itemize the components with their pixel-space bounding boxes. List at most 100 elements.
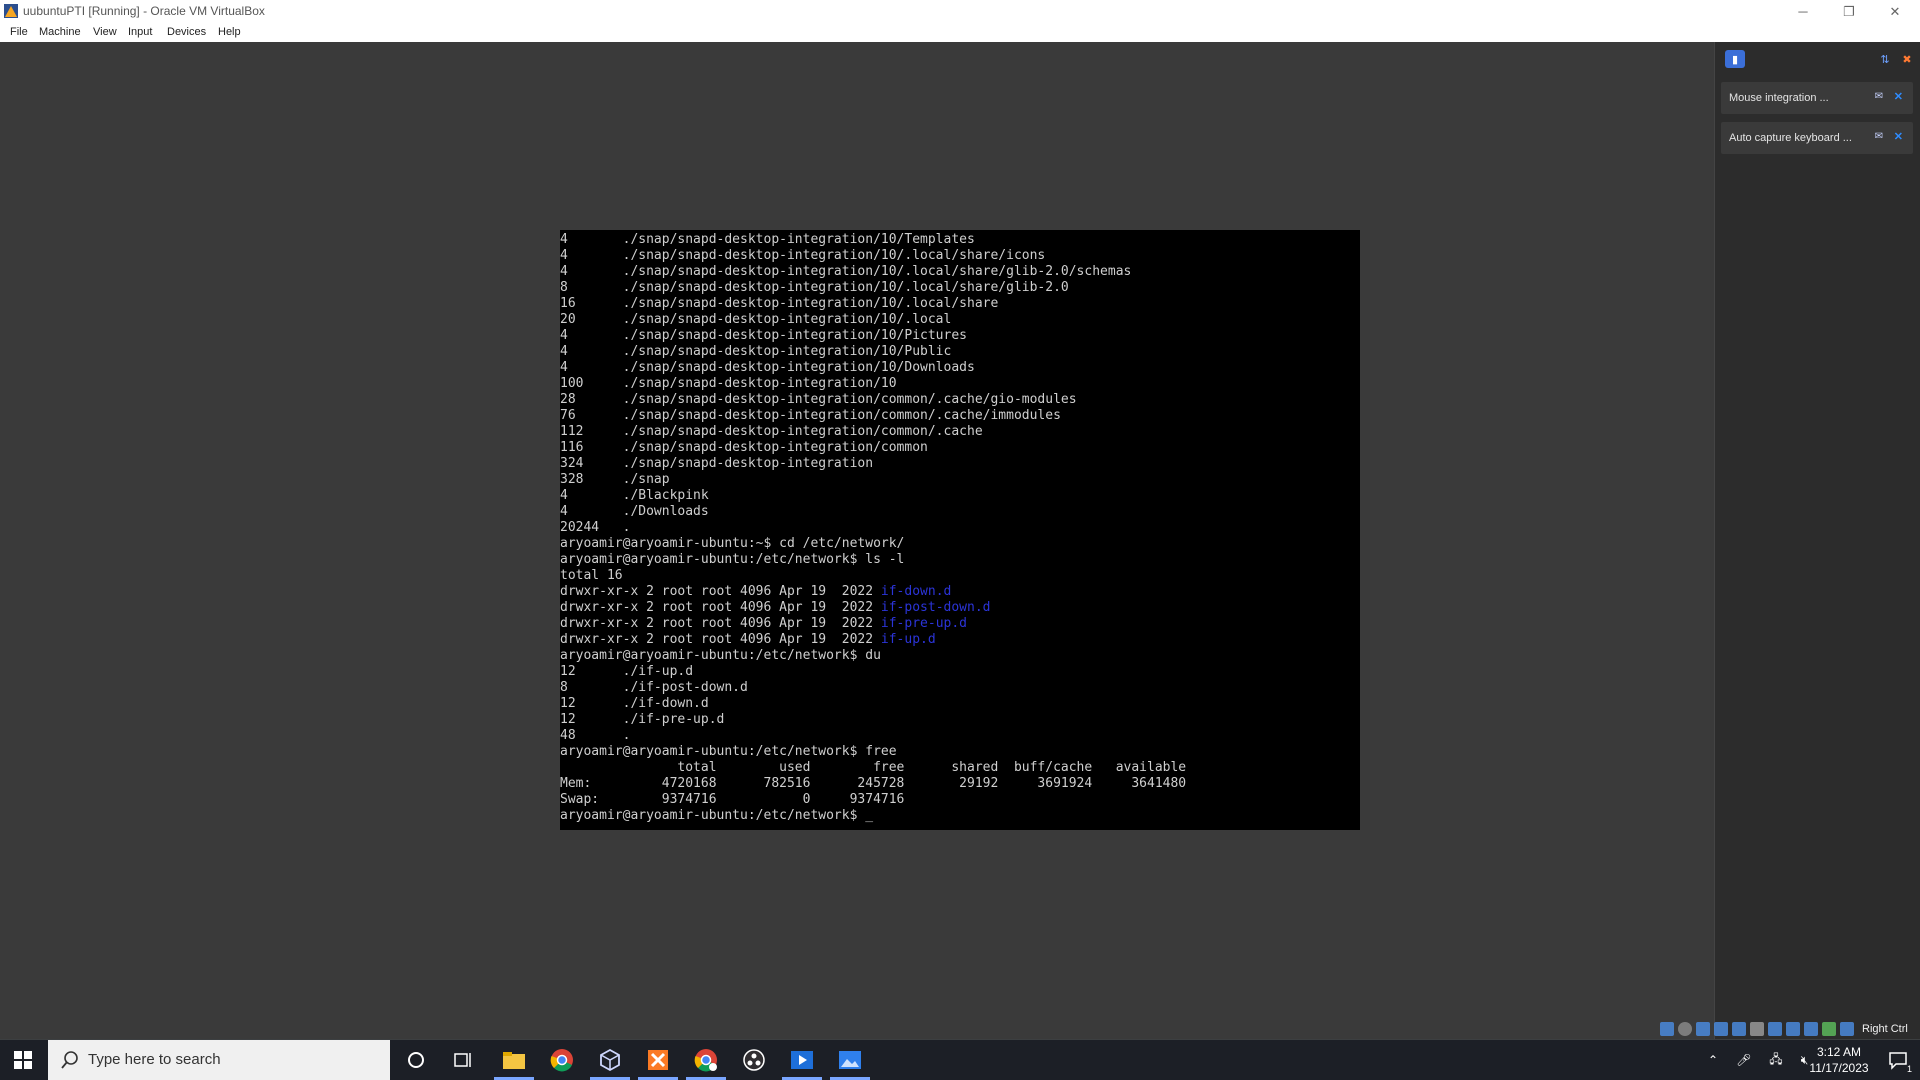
menu-machine[interactable]: Machine <box>39 26 81 38</box>
message-bubble-icon[interactable]: ✉ <box>1875 91 1883 102</box>
taskbar-search-box[interactable]: Type here to search <box>48 1040 390 1080</box>
keyboard-capture-icon[interactable] <box>1840 1022 1854 1036</box>
task-view-icon <box>454 1053 471 1067</box>
task-view-button[interactable] <box>440 1040 488 1080</box>
notification-auto-capture[interactable]: Auto capture keyboard ... ✉ ✕ <box>1721 122 1913 154</box>
terminal-line: 20 ./snap/snapd-desktop-integration/10/.… <box>560 312 1360 328</box>
action-center-button[interactable]: 1 <box>1876 1040 1920 1080</box>
notification-toolbar: ▮ ⇅ ✖ <box>1725 50 1912 72</box>
clock-time: 3:12 AM <box>1816 1045 1862 1059</box>
cpu-icon[interactable] <box>1804 1022 1818 1036</box>
terminal-line-text: 328 ./snap <box>560 472 670 487</box>
menu-input[interactable]: Input <box>128 26 152 38</box>
menu-view[interactable]: View <box>93 26 117 38</box>
terminal-line-text: Swap: 9374716 0 9374716 <box>560 792 905 807</box>
taskbar-file-explorer[interactable] <box>490 1040 538 1080</box>
audio-icon[interactable] <box>1696 1022 1710 1036</box>
windows-logo-icon <box>14 1051 32 1069</box>
host-key-label[interactable]: Right Ctrl <box>1862 1023 1908 1035</box>
taskbar-media-player[interactable] <box>778 1040 826 1080</box>
taskbar-xampp[interactable] <box>634 1040 682 1080</box>
terminal-line-text: drwxr-xr-x 2 root root 4096 Apr 19 2022 <box>560 600 881 615</box>
notification-count: 1 <box>1906 1064 1912 1074</box>
terminal-line-text: total 16 <box>560 568 623 583</box>
system-tray: ⌃ 🎤︎ 🖧︎ 🔇︎ <box>1708 1040 1808 1080</box>
terminal-line: 20244 . <box>560 520 1360 536</box>
terminal-line: 4 ./snap/snapd-desktop-integration/10/Pi… <box>560 328 1360 344</box>
video-capture-icon[interactable] <box>1786 1022 1800 1036</box>
notification-mouse-integration[interactable]: Mouse integration ... ✉ ✕ <box>1721 82 1913 114</box>
sort-icon[interactable]: ⇅ <box>1875 50 1895 68</box>
terminal-line: 324 ./snap/snapd-desktop-integration <box>560 456 1360 472</box>
hard-disk-icon[interactable] <box>1660 1022 1674 1036</box>
terminal-line: total 16 <box>560 568 1360 584</box>
terminal-line-text: 8 ./if-post-down.d <box>560 680 748 695</box>
terminal-line-text: 20244 . <box>560 520 631 535</box>
taskbar-virtualbox[interactable] <box>586 1040 634 1080</box>
photos-icon <box>839 1051 861 1069</box>
notification-close-button[interactable]: ✕ <box>1894 90 1903 103</box>
taskbar-chrome-profile[interactable] <box>682 1040 730 1080</box>
virtualbox-icon <box>600 1048 620 1072</box>
chrome-profile-icon <box>694 1049 717 1072</box>
network-icon[interactable] <box>1714 1022 1728 1036</box>
show-hidden-icons-chevron-icon[interactable]: ⌃ <box>1708 1053 1718 1067</box>
terminal-line-text: drwxr-xr-x 2 root root 4096 Apr 19 2022 <box>560 632 881 647</box>
terminal-line-text: 20 ./snap/snapd-desktop-integration/10/.… <box>560 312 952 327</box>
terminal-line-text: 4 ./snap/snapd-desktop-integration/10/.l… <box>560 264 1132 279</box>
chrome-icon <box>550 1049 573 1072</box>
terminal-line: drwxr-xr-x 2 root root 4096 Apr 19 2022 … <box>560 632 1360 648</box>
terminal-line: aryoamir@aryoamir-ubuntu:~$ cd /etc/netw… <box>560 536 1360 552</box>
optical-drive-icon[interactable] <box>1678 1022 1692 1036</box>
minimize-button[interactable]: ─ <box>1780 0 1826 23</box>
terminal-line-text: 16 ./snap/snapd-desktop-integration/10/.… <box>560 296 999 311</box>
taskbar-obs[interactable] <box>730 1040 778 1080</box>
message-icon[interactable]: ▮ <box>1725 50 1745 68</box>
taskbar-photos[interactable] <box>826 1040 874 1080</box>
terminal-output: 4 ./snap/snapd-desktop-integration/10/Te… <box>560 232 1360 824</box>
terminal-line-text: aryoamir@aryoamir-ubuntu:~$ cd /etc/netw… <box>560 536 905 551</box>
terminal-line-text: aryoamir@aryoamir-ubuntu:/etc/network$ l… <box>560 552 905 567</box>
clock-date: 11/17/2023 <box>1809 1061 1869 1075</box>
mouse-integration-icon[interactable] <box>1822 1022 1836 1036</box>
terminal-line: 12 ./if-up.d <box>560 664 1360 680</box>
terminal-line: 12 ./if-pre-up.d <box>560 712 1360 728</box>
terminal-line-text: 324 ./snap/snapd-desktop-integration <box>560 456 874 471</box>
microphone-icon[interactable]: 🎤︎ <box>1736 1053 1751 1067</box>
message-bubble-icon[interactable]: ✉ <box>1875 131 1883 142</box>
terminal-line-text: drwxr-xr-x 2 root root 4096 Apr 19 2022 <box>560 584 881 599</box>
vm-display[interactable]: 4 ./snap/snapd-desktop-integration/10/Te… <box>0 42 1714 1039</box>
taskbar-clock[interactable]: 3:12 AM 11/17/2023 <box>1796 1044 1882 1076</box>
start-button[interactable] <box>0 1040 46 1080</box>
usb-icon[interactable] <box>1732 1022 1746 1036</box>
restore-button[interactable]: ❐ <box>1826 0 1872 23</box>
terminal-line-text: Mem: 4720168 782516 245728 29192 3691924… <box>560 776 1187 791</box>
menu-devices[interactable]: Devices <box>167 26 206 38</box>
terminal-line-text: 12 ./if-up.d <box>560 664 694 679</box>
display-icon[interactable] <box>1768 1022 1782 1036</box>
directory-name: if-post-down.d <box>880 600 991 615</box>
search-placeholder: Type here to search <box>88 1051 221 1068</box>
shared-folders-icon[interactable] <box>1750 1022 1764 1036</box>
terminal-window[interactable]: 4 ./snap/snapd-desktop-integration/10/Te… <box>560 230 1360 830</box>
terminal-line-text: 8 ./snap/snapd-desktop-integration/10/.l… <box>560 280 1069 295</box>
taskbar-chrome[interactable] <box>538 1040 586 1080</box>
directory-name: if-up.d <box>880 632 936 647</box>
terminal-line: 8 ./if-post-down.d <box>560 680 1360 696</box>
terminal-line: Mem: 4720168 782516 245728 29192 3691924… <box>560 776 1360 792</box>
directory-name: if-pre-up.d <box>880 616 967 631</box>
terminal-line-text: 4 ./snap/snapd-desktop-integration/10/Pu… <box>560 344 952 359</box>
terminal-line: drwxr-xr-x 2 root root 4096 Apr 19 2022 … <box>560 616 1360 632</box>
terminal-line-text: 4 ./snap/snapd-desktop-integration/10/Pi… <box>560 328 967 343</box>
clear-all-icon[interactable]: ✖ <box>1897 50 1917 68</box>
notification-text: Mouse integration ... <box>1729 92 1829 104</box>
terminal-line-text: 4 ./snap/snapd-desktop-integration/10/Do… <box>560 360 975 375</box>
menu-file[interactable]: File <box>10 26 28 38</box>
menu-help[interactable]: Help <box>218 26 241 38</box>
notification-close-button[interactable]: ✕ <box>1894 130 1903 143</box>
network-icon[interactable]: 🖧︎ <box>1769 1050 1782 1071</box>
close-button[interactable]: ✕ <box>1872 0 1918 23</box>
terminal-line-text: drwxr-xr-x 2 root root 4096 Apr 19 2022 <box>560 616 881 631</box>
terminal-line: 4 ./Downloads <box>560 504 1360 520</box>
cortana-button[interactable] <box>392 1040 440 1080</box>
